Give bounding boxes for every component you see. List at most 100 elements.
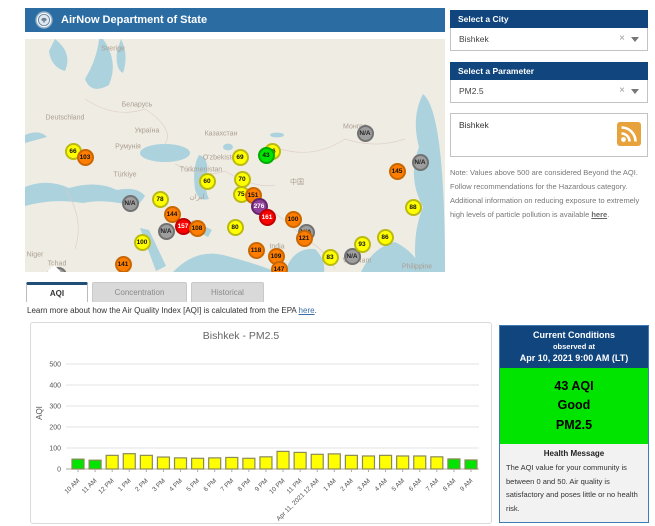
note-here-link[interactable]: here	[591, 210, 607, 219]
aqi-map-marker[interactable]: 100	[285, 211, 302, 228]
svg-text:1 AM: 1 AM	[322, 477, 337, 492]
map-country-label: 中国	[290, 177, 304, 187]
select-city-panel: Select a City Bishkek ×	[450, 10, 648, 51]
aqi-map-marker[interactable]: 100	[134, 234, 151, 251]
aqi-map-marker[interactable]: 141	[115, 256, 132, 273]
aqi-map-marker[interactable]: 161	[259, 209, 276, 226]
map-country-label: Sverige	[101, 46, 125, 53]
svg-text:300: 300	[49, 404, 61, 411]
aqi-map-marker[interactable]: N/A	[122, 195, 139, 212]
rss-feed-box: Bishkek	[450, 113, 648, 157]
aqi-map-marker[interactable]: 103	[77, 149, 94, 166]
svg-text:7 PM: 7 PM	[220, 477, 236, 493]
chevron-down-icon[interactable]	[631, 89, 639, 94]
svg-text:1 PM: 1 PM	[117, 477, 133, 493]
svg-text:6 AM: 6 AM	[408, 477, 423, 492]
tab-concentration[interactable]: Concentration	[92, 282, 187, 302]
app-title: AirNow Department of State	[61, 14, 207, 26]
aqi-map-marker[interactable]: 121	[296, 230, 313, 247]
map-country-label: Philippine	[402, 264, 432, 271]
chevron-down-icon[interactable]	[631, 37, 639, 42]
aqi-pollutant-line: PM2.5	[500, 416, 648, 435]
svg-text:3 PM: 3 PM	[151, 477, 167, 493]
aqi-map-marker[interactable]: 78	[152, 191, 169, 208]
aqi-map-marker[interactable]: 43	[258, 147, 275, 164]
aqi-map-marker[interactable]: 88	[405, 199, 422, 216]
aqi-status-block: 43 AQI Good PM2.5	[500, 368, 648, 444]
aqi-map-marker[interactable]: 147	[271, 261, 288, 273]
svg-text:11 AM: 11 AM	[81, 477, 99, 495]
aqi-map[interactable]: Sverige Deutschland Беларусь Україна Румунія…	[25, 39, 445, 272]
svg-text:4 PM: 4 PM	[168, 477, 184, 493]
learn-more-body: Learn more about how the Air Quality Ind…	[27, 306, 299, 315]
map-country-label: Беларусь	[122, 102, 153, 109]
rss-icon[interactable]	[617, 122, 641, 151]
map-country-label: Румунія	[115, 144, 141, 151]
health-message-text: The AQI value for your community is betw…	[506, 461, 642, 515]
aqi-map-marker[interactable]: N/A	[412, 154, 429, 171]
aqi-map-marker[interactable]: 60	[199, 173, 216, 190]
svg-text:AQI: AQI	[35, 406, 44, 420]
svg-text:12 PM: 12 PM	[97, 477, 115, 495]
city-dropdown-value: Bishkek	[459, 34, 613, 44]
aqi-map-marker[interactable]: 80	[227, 219, 244, 236]
aqi-bar-chart: Bishkek - PM2.5AQI010020030040050010 AM1…	[31, 323, 489, 521]
rss-city-label: Bishkek	[459, 120, 489, 130]
map-country-label: Україна	[135, 128, 160, 135]
clear-city-icon[interactable]: ×	[619, 34, 625, 44]
aqi-map-marker[interactable]: 70	[234, 171, 251, 188]
parameter-dropdown[interactable]: PM2.5 ×	[450, 80, 648, 103]
aqi-map-marker[interactable]: 108	[189, 220, 206, 237]
current-conditions-header: Current Conditions observed at Apr 10, 2…	[500, 326, 648, 368]
svg-text:400: 400	[49, 383, 61, 390]
current-conditions-title: Current Conditions	[502, 330, 646, 340]
select-parameter-header: Select a Parameter	[450, 62, 648, 80]
aqi-map-marker[interactable]: 69	[232, 149, 249, 166]
tab-historical[interactable]: Historical	[191, 282, 264, 302]
svg-text:5 AM: 5 AM	[391, 477, 406, 492]
select-parameter-panel: Select a Parameter PM2.5 ×	[450, 62, 648, 103]
aqi-map-marker[interactable]: 93	[354, 236, 371, 253]
svg-text:3 AM: 3 AM	[356, 477, 371, 492]
note-suffix: .	[607, 210, 609, 219]
map-country-label: Niger	[27, 252, 44, 259]
parameter-dropdown-value: PM2.5	[459, 86, 613, 96]
svg-text:200: 200	[49, 425, 61, 432]
aqi-map-marker[interactable]: N/A	[158, 223, 175, 240]
svg-text:7 AM: 7 AM	[425, 477, 440, 492]
tab-aqi[interactable]: AQI	[26, 282, 88, 302]
clear-parameter-icon[interactable]: ×	[619, 86, 625, 96]
map-country-label: Казахстан	[205, 131, 238, 138]
note-text: Note: Values above 500 are considered Be…	[450, 168, 639, 219]
city-dropdown[interactable]: Bishkek ×	[450, 28, 648, 51]
beyond-aqi-note: Note: Values above 500 are considered Be…	[450, 166, 650, 222]
aqi-value-line: 43 AQI	[500, 377, 648, 396]
svg-text:0: 0	[57, 467, 61, 474]
aqi-category-line: Good	[500, 396, 648, 415]
svg-text:10 AM: 10 AM	[63, 477, 81, 495]
current-conditions-panel: Current Conditions observed at Apr 10, 2…	[499, 325, 649, 523]
learn-more-suffix: .	[315, 306, 317, 315]
svg-text:8 PM: 8 PM	[237, 477, 253, 493]
observed-datetime: Apr 10, 2021 9:00 AM (LT)	[502, 353, 646, 363]
health-message-title: Health Message	[506, 449, 642, 458]
svg-text:10 PM: 10 PM	[268, 477, 286, 495]
epa-here-link[interactable]: here	[299, 306, 315, 315]
svg-text:500: 500	[49, 362, 61, 369]
aqi-map-marker[interactable]: 145	[389, 163, 406, 180]
view-tabs: AQI Concentration Historical	[26, 281, 264, 302]
svg-text:8 AM: 8 AM	[442, 477, 457, 492]
observed-at-label: observed at	[502, 342, 646, 351]
svg-text:9 AM: 9 AM	[459, 477, 474, 492]
map-country-label: ایران	[190, 193, 205, 201]
aqi-map-marker[interactable]: 118	[248, 242, 265, 259]
map-country-label: Deutschland	[46, 115, 85, 122]
app-header: AirNow Department of State	[25, 8, 445, 32]
aqi-map-marker[interactable]: 86	[377, 229, 394, 246]
svg-text:5 PM: 5 PM	[185, 477, 201, 493]
aqi-chart-panel: Bishkek - PM2.5AQI010020030040050010 AM1…	[30, 322, 492, 524]
aqi-map-marker[interactable]: 83	[322, 249, 339, 266]
aqi-map-marker[interactable]: N/A	[357, 125, 374, 142]
map-country-label: Türkiye	[114, 172, 137, 179]
svg-text:Bishkek - PM2.5: Bishkek - PM2.5	[203, 330, 280, 342]
